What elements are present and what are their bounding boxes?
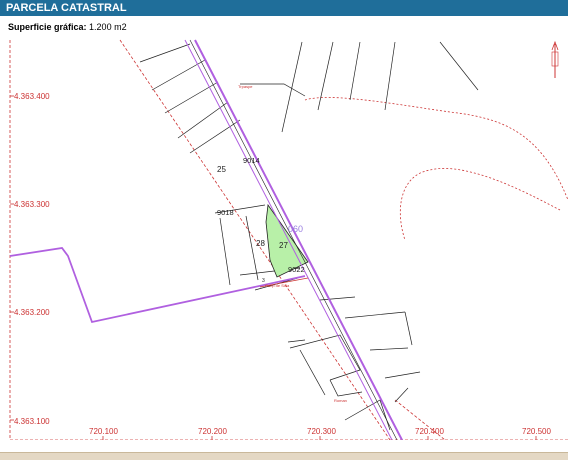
small-label-2: Canp de Sola [265,283,290,288]
y-tick-label: 4.363.300 [14,200,50,209]
boundary-east [304,97,568,201]
parcel-label-060: 060 [288,224,303,234]
parcel-label-27: 27 [279,241,288,250]
map-canvas: Trpaspe Canp de Sola Roman 25 9014 9018 … [9,39,568,441]
x-tick-label: 720.200 [198,427,227,436]
small-label-3: Roman [334,398,347,403]
x-tick-label: 720.400 [415,427,444,436]
surface-label: Superficie gráfica: [8,22,87,32]
boundary-west [119,39,391,441]
main-road [184,39,403,441]
y-tick-label: 4.363.100 [14,417,50,426]
x-tick-label: 720.300 [307,427,336,436]
north-arrow-icon [551,40,559,78]
y-tick-label: 4.363.400 [14,92,50,101]
parcel-label-9014: 9014 [243,156,260,165]
panel-header: PARCELA CATASTRAL [0,0,568,16]
parcel-label-28: 28 [256,239,265,248]
cadastral-map[interactable]: Trpaspe Canp de Sola Roman 25 9014 9018 … [0,36,568,441]
x-tick-label: 720.500 [522,427,551,436]
parcel-label-9022: 9022 [288,265,305,274]
small-label-1: Trpaspe [238,84,253,89]
panel-title: PARCELA CATASTRAL [6,2,127,14]
boundary-east-2 [399,168,561,241]
x-tick-label: 720.100 [89,427,118,436]
west-parcels [139,43,391,431]
y-tick-label: 4.363.200 [14,308,50,317]
parcel-label-9018: 9018 [217,208,234,217]
surface-info: Superficie gráfica: 1.200 m2 [8,22,127,32]
parcel-label-3: 3 [262,278,265,284]
west-road [9,247,306,324]
parcel-label-25: 25 [217,165,226,174]
surface-value: 1.200 m2 [89,22,127,32]
